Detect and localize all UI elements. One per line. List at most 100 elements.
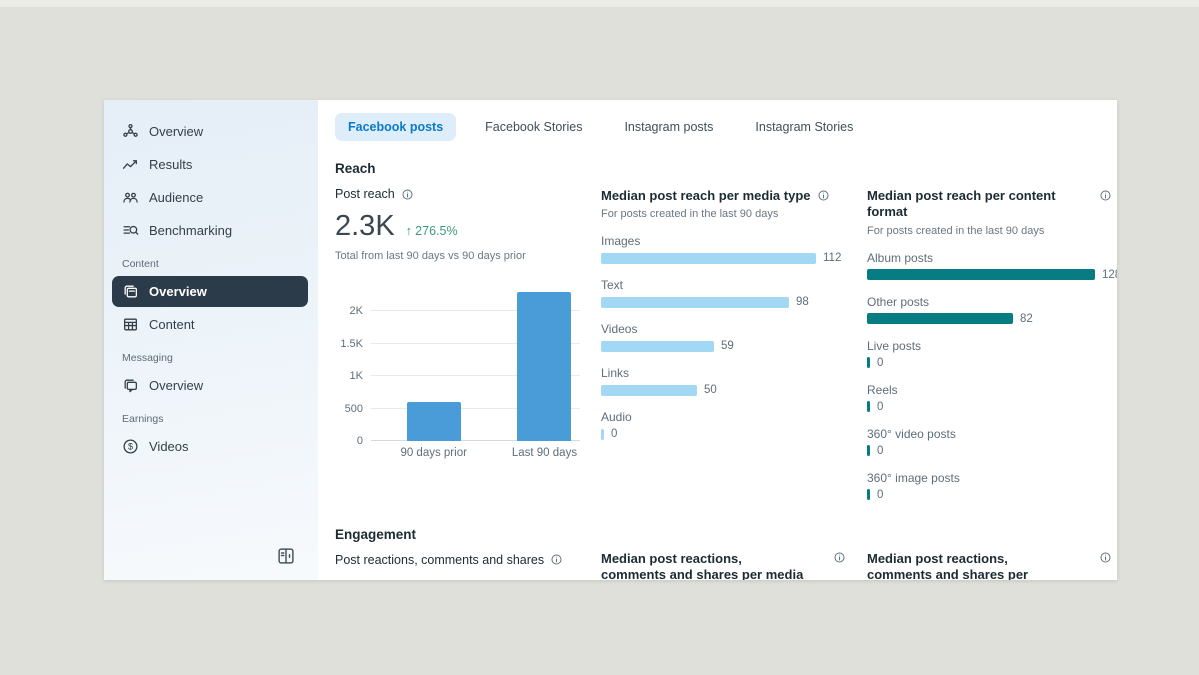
bar-row-links: Links 50 — [601, 366, 846, 396]
svg-text:$: $ — [128, 442, 133, 452]
bar-label: Videos — [601, 322, 638, 337]
sidebar-item-videos[interactable]: $ Videos — [112, 431, 308, 462]
audience-icon — [122, 189, 139, 206]
main-content: Facebook posts Facebook Stories Instagram … — [318, 100, 1117, 580]
sidebar-item-overview[interactable]: Overview — [112, 116, 308, 147]
x-axis-tick-label: Last 90 days — [511, 447, 578, 459]
median-reach-media-type-card: Median post reach per media type For pos… — [601, 188, 846, 501]
engagement-label: Post reactions, comments and shares — [335, 552, 545, 567]
bar-row-reels: Reels 0 — [867, 383, 1112, 413]
median-reach-content-format-head: Median post reach per content format — [867, 188, 1112, 221]
y-axis-tick-label: 1.5K — [340, 337, 363, 350]
bar-label: 360° video posts — [867, 426, 956, 441]
bar-90-days-prior — [406, 402, 461, 441]
bar-row-videos: Videos 59 — [601, 322, 846, 352]
info-icon[interactable] — [1099, 189, 1112, 202]
window-frame-top — [0, 0, 1199, 7]
bar-label: Other posts — [867, 294, 930, 309]
posts-icon — [122, 283, 139, 300]
bar-label: Links — [601, 366, 630, 381]
sidebar-item-overview[interactable]: Overview — [112, 276, 308, 307]
bar — [867, 357, 870, 368]
bar — [601, 252, 816, 264]
tab-facebook-posts[interactable]: Facebook posts — [335, 113, 457, 141]
sidebar-item-audience[interactable]: Audience — [112, 182, 308, 213]
sidebar-item-overview[interactable]: Overview — [112, 370, 308, 401]
bar-line: 98 — [601, 296, 846, 308]
bar-value: 0 — [877, 444, 884, 457]
bar-value: 0 — [877, 488, 884, 501]
engagement-heading: Engagement — [335, 526, 417, 542]
collapse-sidebar-icon[interactable] — [276, 546, 296, 566]
sidebar-item-label: Audience — [149, 190, 204, 205]
bar-row-live-posts: Live posts 0 — [867, 339, 1112, 369]
bar-label: Album posts — [867, 250, 934, 265]
post-reach-caption: Total from last 90 days vs 90 days prior — [335, 250, 526, 262]
bar — [601, 428, 604, 440]
median-reach-content-format-card: Median post reach per content format For… — [867, 188, 1117, 501]
bar-value: 82 — [1020, 312, 1033, 325]
tab-facebook-stories[interactable]: Facebook Stories — [472, 113, 595, 141]
up-arrow-icon: ↑ — [405, 223, 413, 238]
bar — [601, 384, 697, 396]
desktop-background: Overview Results Audience Benchmarking Conte… — [0, 0, 1199, 675]
bar-label: 360° image posts — [867, 470, 960, 485]
post-reach-label: Post reach — [335, 187, 395, 201]
y-axis-tick-label: 2K — [349, 305, 363, 317]
insights-window: Overview Results Audience Benchmarking Conte… — [104, 100, 1117, 580]
post-reach-value-row: 2.3K ↑ 276.5% — [335, 210, 580, 243]
sidebar-item-benchmarking[interactable]: Benchmarking — [112, 215, 308, 246]
bar-line: 0 — [867, 489, 1112, 501]
bar-label: Text — [601, 278, 624, 293]
engagement-value: 193 — [335, 576, 383, 581]
bar — [867, 489, 870, 500]
bar-value: 0 — [611, 428, 618, 441]
cluster-icon — [122, 123, 139, 140]
chat-icon — [122, 377, 139, 394]
sidebar-item-results[interactable]: Results — [112, 149, 308, 180]
bar — [867, 313, 1013, 324]
median-reach-media-type-head: Median post reach per media type — [601, 188, 846, 204]
median-reach-content-format-title: Median post reach per content format — [867, 188, 1056, 220]
tab-instagram-stories[interactable]: Instagram Stories — [742, 113, 866, 141]
bar-row-other-posts: Other posts 82 — [867, 295, 1112, 325]
bar-value: 98 — [796, 296, 809, 309]
median-reach-media-type-caption: For posts created in the last 90 days — [601, 208, 779, 221]
bar-label: Images — [601, 234, 641, 249]
sidebar: Overview Results Audience Benchmarking Conte… — [104, 100, 318, 580]
tab-instagram-posts[interactable]: Instagram posts — [611, 113, 726, 141]
tab-bar: Facebook posts Facebook Stories Instagram … — [335, 113, 1101, 141]
bar-value: 50 — [704, 384, 717, 397]
sidebar-item-label: Benchmarking — [149, 223, 233, 238]
post-reach-bar-chart: 0 500 1K 1.5K 2K 90 days prior Last 90 days — [335, 283, 580, 463]
sidebar-item-label: Results — [149, 157, 193, 172]
bar-line: 0 — [601, 428, 846, 440]
engagement-title-row: Post reactions, comments and shares — [335, 553, 580, 567]
sidebar-section-content: Content — [122, 258, 159, 270]
engagement-section: Engagement Post reactions, comments and … — [335, 526, 1111, 581]
info-icon[interactable] — [817, 189, 830, 202]
bar-line: 112 — [601, 252, 846, 264]
info-icon[interactable] — [550, 553, 563, 566]
bar-label: Audio — [601, 410, 632, 425]
post-reach-card: Reach Post reach 2.3K ↑ 276.5% Total from… — [335, 161, 580, 501]
sidebar-item-content[interactable]: Content — [112, 309, 308, 340]
sidebar-item-label: Content — [149, 317, 195, 332]
info-icon[interactable] — [833, 551, 846, 564]
info-icon[interactable] — [1099, 551, 1112, 564]
sidebar-item-label: Overview — [149, 124, 204, 139]
bar — [601, 340, 714, 352]
benchmark-icon — [122, 222, 139, 239]
table-icon — [122, 316, 139, 333]
sidebar-section-earnings: Earnings — [122, 413, 164, 425]
post-reach-title-row: Post reach — [335, 187, 580, 201]
bar-value: 0 — [877, 356, 884, 369]
sidebar-nav: Overview Results Audience Benchmarking Conte… — [112, 116, 308, 462]
bar-line: 0 — [867, 357, 1112, 369]
median-engagement-media-type-title: Median post reactions, comments and shar… — [601, 550, 804, 581]
trend-icon — [122, 156, 139, 173]
info-icon[interactable] — [401, 188, 414, 201]
sidebar-item-label: Videos — [149, 439, 189, 454]
engagement-card: Engagement Post reactions, comments and … — [335, 526, 580, 581]
median-engagement-content-format-card: Median post reactions, comments and shar… — [867, 527, 1112, 580]
